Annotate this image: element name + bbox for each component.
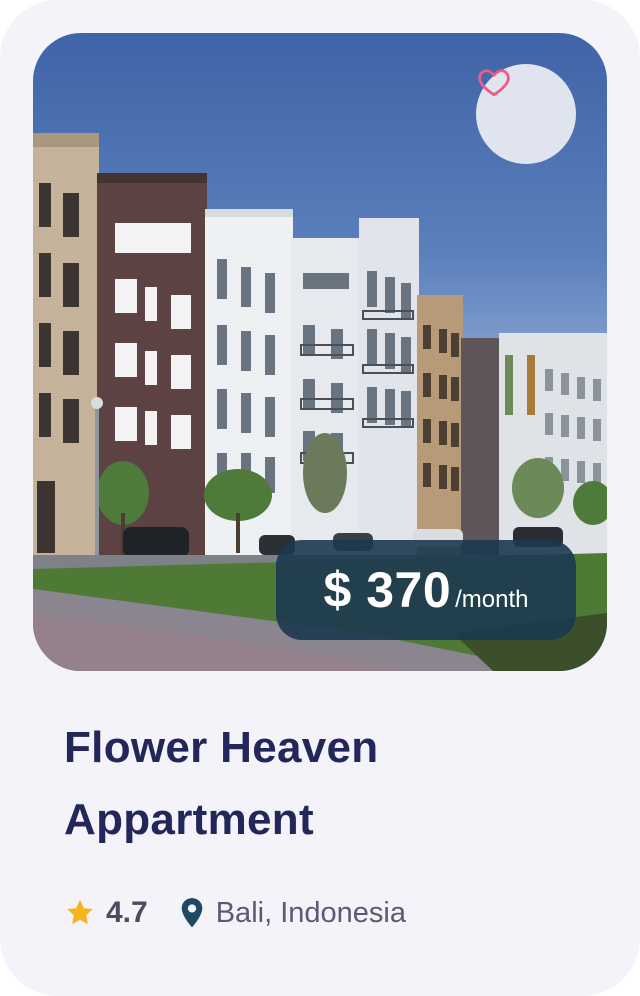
heart-icon: [478, 69, 510, 97]
listing-photo[interactable]: $ 370 /month: [33, 33, 607, 671]
location-text: Bali, Indonesia: [215, 896, 406, 929]
location-group: Bali, Indonesia: [178, 897, 406, 930]
listing-title: Flower Heaven Appartment: [64, 723, 379, 844]
price-badge: $ 370 /month: [276, 540, 576, 640]
rating-value: 4.7: [106, 896, 148, 929]
price-unit: /month: [455, 586, 529, 613]
location-pin-icon: [181, 898, 203, 928]
listing-card[interactable]: $ 370 /month Flower Heaven Appartment 4.…: [0, 0, 640, 996]
listing-meta: 4.7 Bali, Indonesia: [64, 890, 406, 936]
favorite-button[interactable]: [476, 64, 576, 164]
price-amount: $ 370: [323, 562, 452, 618]
star-icon: [67, 899, 93, 925]
